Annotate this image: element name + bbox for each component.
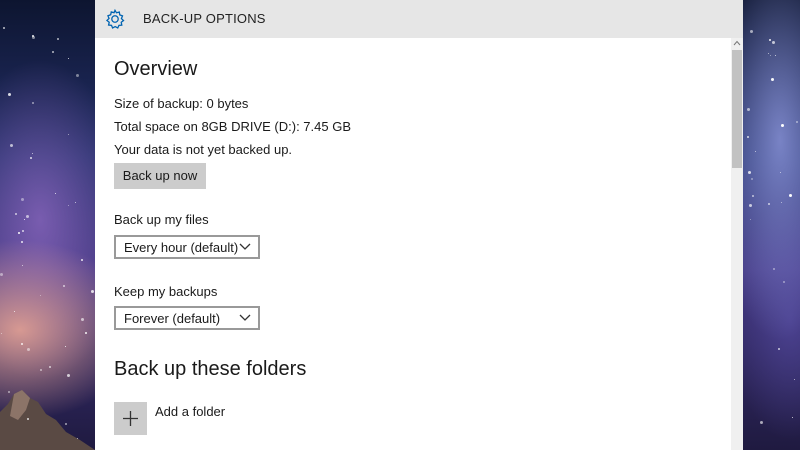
total-space-text: Total space on 8GB DRIVE (D:): 7.45 GB — [114, 119, 351, 134]
gear-icon — [105, 8, 125, 29]
star — [0, 332, 2, 334]
star — [68, 58, 70, 59]
star — [23, 218, 25, 220]
keep-backups-dropdown[interactable]: Forever (default) — [114, 306, 260, 330]
scroll-up-arrow-icon[interactable] — [733, 40, 741, 46]
star — [748, 203, 752, 207]
add-folder-button[interactable]: Add a folder — [114, 402, 264, 436]
vertical-scrollbar[interactable] — [731, 38, 743, 450]
star — [751, 178, 754, 181]
star — [0, 272, 4, 276]
star — [68, 204, 70, 206]
star — [57, 37, 60, 40]
add-folder-tile[interactable] — [114, 402, 147, 435]
star — [64, 346, 66, 348]
star — [91, 289, 95, 293]
keep-backups-value: Forever (default) — [124, 311, 221, 326]
star — [7, 390, 10, 393]
star — [768, 202, 771, 205]
backup-status-text: Your data is not yet backed up. — [114, 142, 293, 157]
star — [770, 55, 772, 57]
star — [15, 213, 17, 216]
star — [39, 295, 41, 297]
settings-content: Overview Size of backup: 0 bytes Total s… — [95, 38, 731, 450]
rock-silhouette — [0, 390, 95, 450]
star — [794, 378, 796, 380]
star — [62, 284, 65, 287]
star — [25, 214, 29, 218]
chevron-down-icon — [239, 314, 251, 321]
star — [792, 417, 794, 419]
star — [759, 420, 763, 424]
star — [21, 240, 24, 243]
star — [749, 219, 751, 221]
backup-frequency-label: Back up my files — [114, 212, 209, 227]
backup-folders-heading: Back up these folders — [114, 358, 307, 380]
star — [32, 35, 36, 39]
star — [81, 317, 85, 321]
back-up-now-button[interactable]: Back up now — [114, 163, 206, 189]
star — [21, 265, 23, 267]
star — [746, 107, 750, 111]
backup-options-window: BACK-UP OPTIONS Overview Size of backup:… — [95, 0, 743, 450]
star — [767, 52, 769, 54]
chevron-down-icon — [239, 243, 251, 250]
star — [747, 171, 751, 175]
star — [771, 77, 775, 81]
keep-backups-label: Keep my backups — [114, 284, 218, 299]
star — [80, 259, 83, 262]
star — [14, 311, 16, 313]
star — [32, 152, 34, 154]
star — [747, 136, 749, 139]
star — [20, 198, 24, 202]
star — [768, 39, 771, 42]
overview-heading: Overview — [114, 58, 198, 80]
star — [10, 144, 14, 148]
star — [779, 172, 781, 174]
backup-frequency-value: Every hour (default) — [124, 240, 239, 255]
star — [752, 195, 755, 198]
add-folder-label: Add a folder — [155, 404, 226, 419]
star — [781, 201, 783, 203]
star — [67, 374, 71, 378]
star — [7, 92, 11, 96]
star — [20, 343, 23, 346]
star — [27, 347, 31, 351]
star — [773, 268, 776, 271]
star — [2, 26, 5, 29]
backup-frequency-dropdown[interactable]: Every hour (default) — [114, 235, 260, 259]
star — [18, 232, 21, 235]
star — [780, 123, 784, 127]
star — [775, 54, 777, 56]
star — [76, 74, 80, 78]
star — [68, 134, 70, 136]
star — [31, 101, 34, 104]
star — [750, 30, 754, 34]
star — [51, 50, 54, 53]
star — [796, 121, 799, 124]
star — [783, 281, 786, 284]
star — [40, 368, 43, 371]
star — [771, 40, 775, 44]
window-title: BACK-UP OPTIONS — [143, 11, 266, 26]
plus-icon — [123, 411, 138, 426]
star — [55, 193, 57, 195]
title-bar: BACK-UP OPTIONS — [95, 0, 743, 38]
star — [84, 331, 87, 334]
star — [755, 151, 757, 153]
star — [75, 202, 77, 204]
star — [778, 347, 781, 350]
star — [49, 365, 52, 368]
star — [22, 229, 25, 232]
star — [29, 157, 32, 160]
star — [789, 193, 793, 197]
backup-size-text: Size of backup: 0 bytes — [114, 96, 249, 111]
scrollbar-thumb[interactable] — [732, 50, 742, 168]
